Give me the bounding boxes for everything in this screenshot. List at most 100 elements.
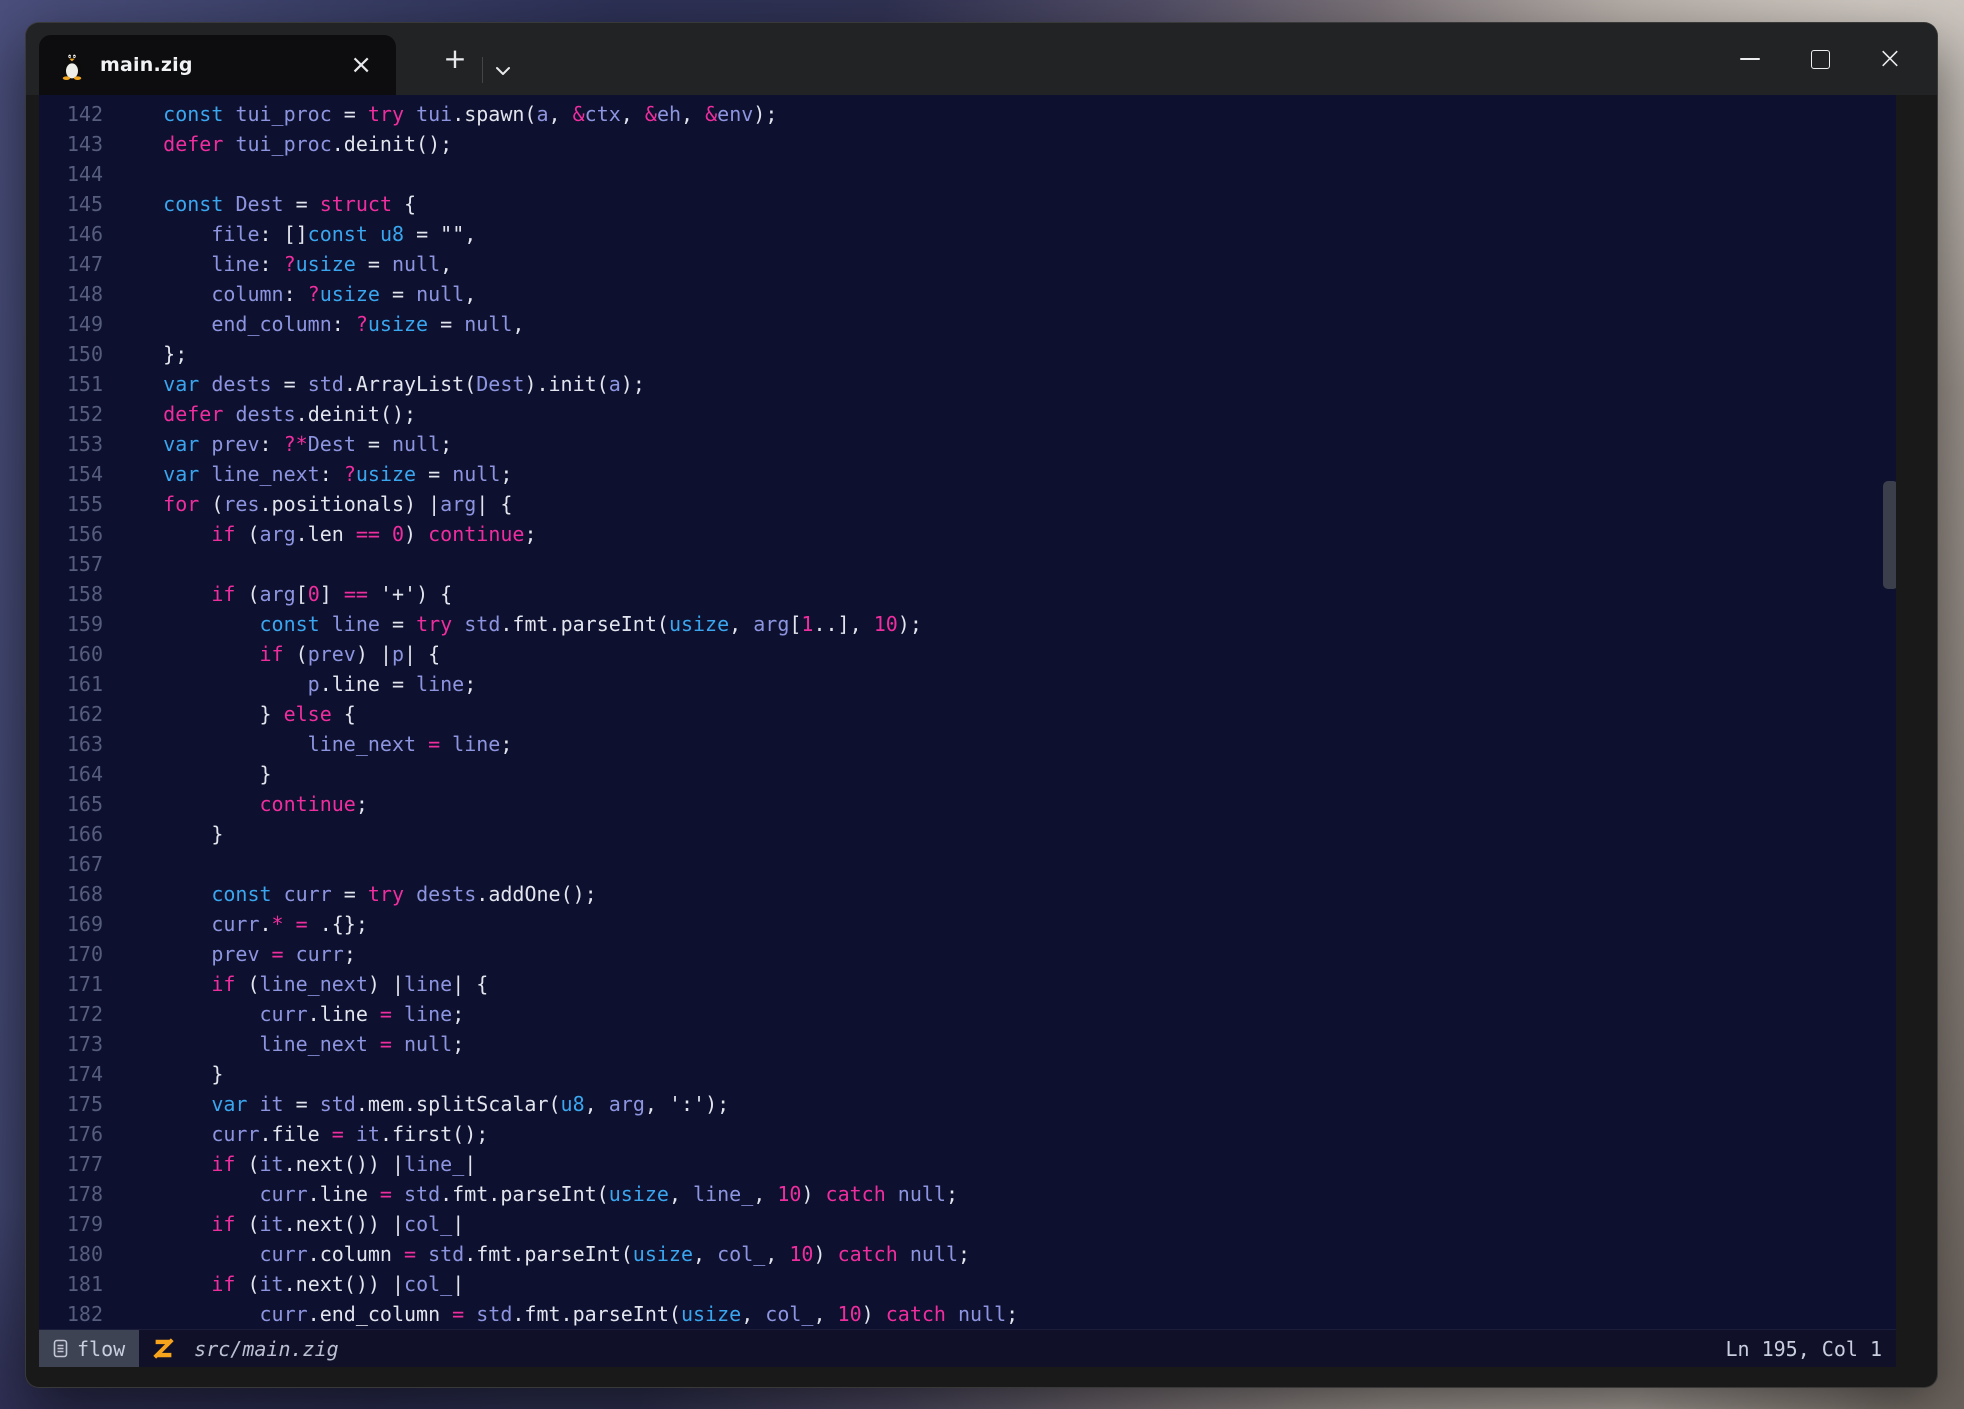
code-line: 169 curr.* = .{};: [39, 909, 1896, 939]
line-number: 166: [39, 819, 103, 849]
line-number: 144: [39, 159, 103, 189]
line-number: 180: [39, 1239, 103, 1269]
code-line: 151 var dests = std.ArrayList(Dest).init…: [39, 369, 1896, 399]
line-number: 176: [39, 1119, 103, 1149]
code-line: 161 p.line = line;: [39, 669, 1896, 699]
line-number: 172: [39, 999, 103, 1029]
code-line: 146 file: []const u8 = "",: [39, 219, 1896, 249]
line-number: 152: [39, 399, 103, 429]
code-line: 167: [39, 849, 1896, 879]
tab-close-icon[interactable]: ×: [346, 50, 376, 80]
code-line: 165 continue;: [39, 789, 1896, 819]
app-window: main.zig × + × 142 const tui_proc = try …: [25, 22, 1938, 1388]
code-text: prev = curr;: [103, 939, 356, 969]
code-line: 166 }: [39, 819, 1896, 849]
code-text: const line = try std.fmt.parseInt(usize,…: [103, 609, 922, 639]
code-line: 181 if (it.next()) |col_|: [39, 1269, 1896, 1299]
line-number: 162: [39, 699, 103, 729]
line-number: 169: [39, 909, 103, 939]
line-number: 164: [39, 759, 103, 789]
tab-main-zig[interactable]: main.zig ×: [39, 35, 396, 95]
cursor-position-label: Ln 195, Col 1: [1725, 1337, 1882, 1361]
maximize-button[interactable]: [1797, 36, 1843, 82]
line-number: 156: [39, 519, 103, 549]
code-line: 150 };: [39, 339, 1896, 369]
tab-bar-separator: [482, 57, 483, 83]
scrollbar-thumb[interactable]: [1883, 481, 1896, 589]
code-text: const tui_proc = try tui.spawn(a, &ctx, …: [103, 99, 777, 129]
code-line: 157: [39, 549, 1896, 579]
code-line: 172 curr.line = line;: [39, 999, 1896, 1029]
code-text: line_next = line;: [103, 729, 512, 759]
code-line: 158 if (arg[0] == '+') {: [39, 579, 1896, 609]
zig-logo-icon: [153, 1338, 174, 1359]
app-name-label: flow: [77, 1337, 125, 1361]
code-line: 154 var line_next: ?usize = null;: [39, 459, 1896, 489]
code-text: curr.line = std.fmt.parseInt(usize, line…: [103, 1179, 958, 1209]
line-number: 148: [39, 279, 103, 309]
line-number: 155: [39, 489, 103, 519]
code-text: line_next = null;: [103, 1029, 464, 1059]
code-text: }: [103, 759, 272, 789]
code-text: if (arg.len == 0) continue;: [103, 519, 537, 549]
tab-title: main.zig: [100, 54, 193, 76]
line-number: 143: [39, 129, 103, 159]
code-text: if (it.next()) |line_|: [103, 1149, 476, 1179]
code-line: 177 if (it.next()) |line_|: [39, 1149, 1896, 1179]
window-controls: ×: [1727, 23, 1913, 95]
status-bar: flow src/main.zig Ln 195, Col 1: [39, 1329, 1896, 1367]
code-text: curr.end_column = std.fmt.parseInt(usize…: [103, 1299, 1018, 1329]
code-line: 176 curr.file = it.first();: [39, 1119, 1896, 1149]
line-number: 154: [39, 459, 103, 489]
code-line: 156 if (arg.len == 0) continue;: [39, 519, 1896, 549]
minimize-button[interactable]: [1727, 36, 1773, 82]
terminal-content: 142 const tui_proc = try tui.spawn(a, &c…: [39, 95, 1896, 1367]
code-line: 153 var prev: ?*Dest = null;: [39, 429, 1896, 459]
line-number: 153: [39, 429, 103, 459]
chevron-down-icon: [495, 50, 511, 83]
code-text: }: [103, 1059, 223, 1089]
code-line: 163 line_next = line;: [39, 729, 1896, 759]
line-number: 161: [39, 669, 103, 699]
code-text: p.line = line;: [103, 669, 476, 699]
code-text: continue;: [103, 789, 368, 819]
line-number: 174: [39, 1059, 103, 1089]
flow-app-button[interactable]: flow: [39, 1330, 139, 1367]
code-text: var line_next: ?usize = null;: [103, 459, 512, 489]
line-number: 165: [39, 789, 103, 819]
file-path-label: src/main.zig: [194, 1337, 339, 1361]
line-number: 158: [39, 579, 103, 609]
line-number: 173: [39, 1029, 103, 1059]
code-line: 168 const curr = try dests.addOne();: [39, 879, 1896, 909]
line-number: 145: [39, 189, 103, 219]
code-line: 147 line: ?usize = null,: [39, 249, 1896, 279]
code-text: curr.line = line;: [103, 999, 464, 1029]
line-number: 167: [39, 849, 103, 879]
new-tab-button[interactable]: +: [438, 45, 472, 73]
code-text: if (prev) |p| {: [103, 639, 440, 669]
code-text: if (line_next) |line| {: [103, 969, 488, 999]
tab-list-dropdown-button[interactable]: [486, 53, 520, 81]
document-icon: [53, 1339, 68, 1358]
code-text: end_column: ?usize = null,: [103, 309, 524, 339]
code-text: curr.file = it.first();: [103, 1119, 488, 1149]
line-number: 178: [39, 1179, 103, 1209]
code-text: column: ?usize = null,: [103, 279, 476, 309]
tux-penguin-icon: [59, 50, 85, 80]
code-line: 155 for (res.positionals) |arg| {: [39, 489, 1896, 519]
code-text: file: []const u8 = "",: [103, 219, 476, 249]
line-number: 168: [39, 879, 103, 909]
code-line: 148 column: ?usize = null,: [39, 279, 1896, 309]
code-line: 171 if (line_next) |line| {: [39, 969, 1896, 999]
code-editor[interactable]: 142 const tui_proc = try tui.spawn(a, &c…: [39, 95, 1896, 1329]
code-text: defer dests.deinit();: [103, 399, 416, 429]
line-number: 171: [39, 969, 103, 999]
line-number: 160: [39, 639, 103, 669]
code-line: 144: [39, 159, 1896, 189]
close-window-button[interactable]: ×: [1867, 36, 1913, 82]
code-text: curr.* = .{};: [103, 909, 368, 939]
code-text: [103, 549, 115, 579]
line-number: 177: [39, 1149, 103, 1179]
line-number: 182: [39, 1299, 103, 1329]
line-number: 159: [39, 609, 103, 639]
